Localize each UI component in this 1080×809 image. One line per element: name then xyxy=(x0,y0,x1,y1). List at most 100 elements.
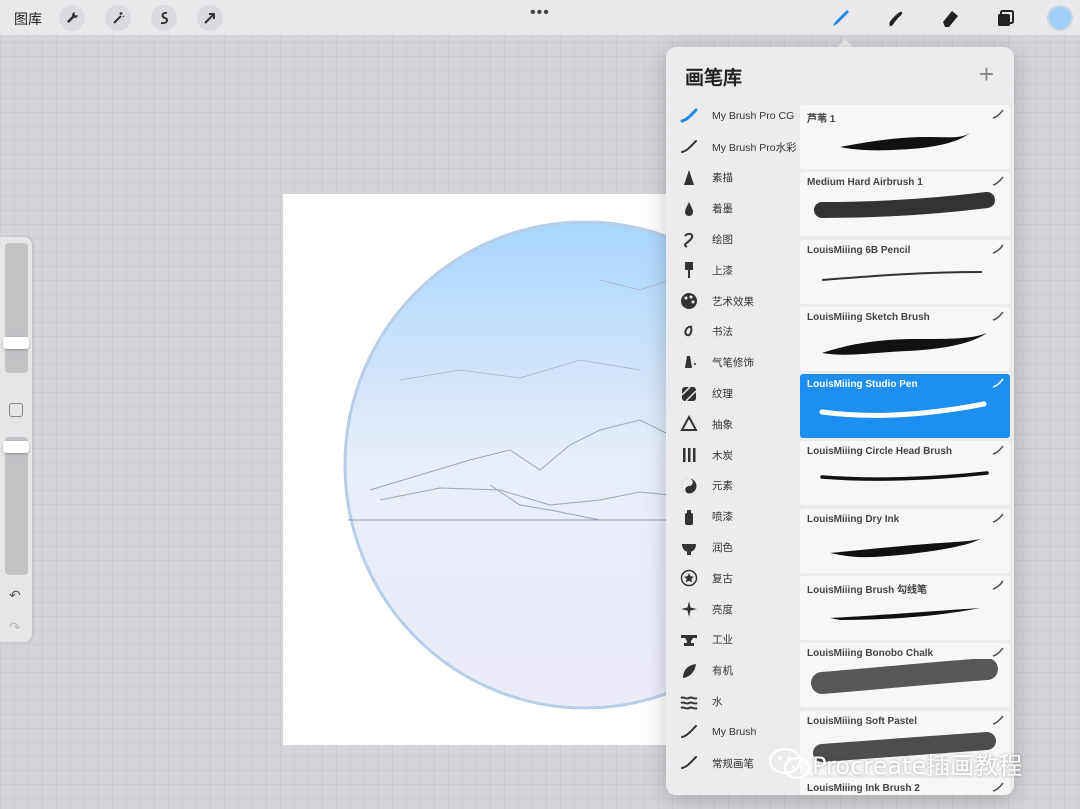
selection-icon[interactable] xyxy=(151,5,177,31)
spray-can-icon xyxy=(680,508,698,526)
popover-title: 画笔库 xyxy=(685,68,743,89)
brush-card[interactable]: 芦苇 1 xyxy=(800,105,1010,169)
brush-card[interactable]: Medium Hard Airbrush 1 xyxy=(800,172,1010,237)
category-item[interactable]: 气笔修饰 xyxy=(666,347,800,378)
brush-card[interactable]: LouisMiiing Brush 勾线笔 xyxy=(800,576,1010,641)
brush-stroke-icon xyxy=(992,715,1004,725)
brush-card[interactable]: LouisMiiing Dry Ink xyxy=(800,508,1010,573)
brush-stroke-icon xyxy=(992,513,1004,523)
category-item[interactable]: 着墨 xyxy=(666,193,800,224)
more-options-icon[interactable]: ••• xyxy=(530,4,550,22)
sparkle-icon xyxy=(680,600,698,618)
palette-icon xyxy=(680,292,698,310)
artwork-sketch xyxy=(343,220,670,710)
yin-yang-icon xyxy=(680,477,698,495)
calligraphy-icon xyxy=(680,323,698,341)
brush-name: LouisMiiing Soft Pastel xyxy=(807,715,918,727)
opacity-slider[interactable] xyxy=(5,437,28,575)
category-item[interactable]: 喷漆 xyxy=(666,501,800,532)
wrench-icon[interactable] xyxy=(59,5,85,31)
brush-card[interactable]: LouisMiiing 6B Pencil xyxy=(800,239,1010,304)
layers-icon[interactable] xyxy=(992,5,1018,31)
color-picker-button[interactable] xyxy=(1047,5,1073,31)
smudge-icon[interactable] xyxy=(882,5,908,31)
brush-stroke-icon xyxy=(992,311,1004,321)
brush-icon[interactable] xyxy=(826,5,852,31)
brush-stroke-icon xyxy=(680,138,698,156)
category-item[interactable]: 水 xyxy=(666,686,800,717)
brush-list: 芦苇 1 Medium Hard Airbrush 1 LouisMiiing … xyxy=(800,105,1010,795)
category-item[interactable]: 抽象 xyxy=(666,409,800,440)
brush-stroke-icon xyxy=(680,723,698,741)
brush-stroke-preview xyxy=(821,270,983,281)
brush-stroke-icon xyxy=(680,754,698,772)
bowl-icon xyxy=(680,539,698,557)
category-item[interactable]: 工业 xyxy=(666,625,800,656)
brush-stroke-icon xyxy=(992,580,1004,590)
brush-stroke-icon xyxy=(680,107,698,125)
category-item[interactable]: 亮度 xyxy=(666,594,800,625)
watermark: Procreate插画教程 xyxy=(768,746,1022,781)
category-item[interactable]: 润色 xyxy=(666,532,800,563)
modify-button[interactable] xyxy=(9,403,23,417)
category-item[interactable]: My Brush xyxy=(666,717,800,748)
top-toolbar: 图库 ••• xyxy=(0,0,1080,36)
anvil-icon xyxy=(680,631,698,649)
category-item[interactable]: 书法 xyxy=(666,317,800,348)
charcoal-icon xyxy=(680,446,698,464)
squiggle-icon xyxy=(680,231,698,249)
brush-stroke-preview xyxy=(830,538,980,557)
category-item[interactable]: 上漆 xyxy=(666,255,800,286)
brush-name: LouisMiiing 6B Pencil xyxy=(807,244,911,256)
eraser-icon[interactable] xyxy=(937,5,963,31)
brush-stroke-icon xyxy=(992,378,1004,388)
brush-size-thumb[interactable] xyxy=(3,337,29,349)
brush-stroke-icon xyxy=(992,109,1004,119)
brush-size-slider[interactable] xyxy=(5,243,28,373)
brush-stroke-icon xyxy=(992,176,1004,187)
undo-icon[interactable]: ↶ xyxy=(9,587,21,604)
brush-name: LouisMiiing Studio Pen xyxy=(807,379,918,391)
brush-stroke-preview xyxy=(820,471,989,482)
brush-stroke-preview xyxy=(822,332,987,355)
gallery-button[interactable]: 图库 xyxy=(14,9,42,29)
leaf-icon xyxy=(680,662,698,680)
waves-icon xyxy=(680,693,698,711)
category-item[interactable]: 绘图 xyxy=(666,224,800,255)
brush-stroke-preview xyxy=(811,659,998,695)
wechat-icon xyxy=(768,747,811,779)
star-badge-icon xyxy=(680,569,698,587)
brush-card[interactable]: LouisMiiing Circle Head Brush xyxy=(800,441,1010,506)
watermark-text: Procreate插画教程 xyxy=(812,752,1023,780)
magic-wand-icon[interactable] xyxy=(105,5,131,31)
brush-card[interactable]: LouisMiiing Bonobo Chalk xyxy=(800,643,1010,708)
brush-name: LouisMiiing Bonobo Chalk xyxy=(807,648,934,660)
brush-card[interactable]: LouisMiiing Sketch Brush xyxy=(800,306,1010,371)
category-item[interactable]: 复古 xyxy=(666,563,800,594)
add-brush-set-button[interactable]: + xyxy=(979,59,994,90)
brush-stroke-preview xyxy=(840,133,970,151)
category-item[interactable]: My Brush Pro水彩 xyxy=(666,132,800,163)
opacity-thumb[interactable] xyxy=(3,441,29,453)
category-item[interactable]: 有机 xyxy=(666,655,800,686)
category-item[interactable]: 木炭 xyxy=(666,440,800,471)
brush-stroke-icon xyxy=(992,446,1004,456)
brush-name: LouisMiiing Dry Ink xyxy=(807,513,900,525)
category-item[interactable]: My Brush Pro CG xyxy=(666,101,800,132)
redo-icon[interactable]: ↷ xyxy=(9,619,21,636)
brush-library-popover: 画笔库 + My Brush Pro CG My Brush Pro水彩 素描 … xyxy=(666,47,1014,795)
transform-arrow-icon[interactable] xyxy=(197,5,223,31)
brush-stroke-preview xyxy=(830,608,980,621)
brush-name: Medium Hard Airbrush 1 xyxy=(807,177,923,189)
brush-stroke-preview xyxy=(819,401,987,418)
category-item[interactable]: 素描 xyxy=(666,163,800,194)
brush-category-list: My Brush Pro CG My Brush Pro水彩 素描 着墨 绘图 … xyxy=(666,101,800,779)
left-sidebar: ↶ ↷ xyxy=(0,237,32,642)
brush-stroke-icon xyxy=(992,782,1004,792)
category-item[interactable]: 纹理 xyxy=(666,378,800,409)
brush-name: LouisMiiing Sketch Brush xyxy=(807,311,930,323)
category-item[interactable]: 艺术效果 xyxy=(666,286,800,317)
category-item[interactable]: 元素 xyxy=(666,471,800,502)
brush-card-selected[interactable]: LouisMiiing Studio Pen xyxy=(800,374,1010,439)
triangle-icon xyxy=(680,415,698,433)
